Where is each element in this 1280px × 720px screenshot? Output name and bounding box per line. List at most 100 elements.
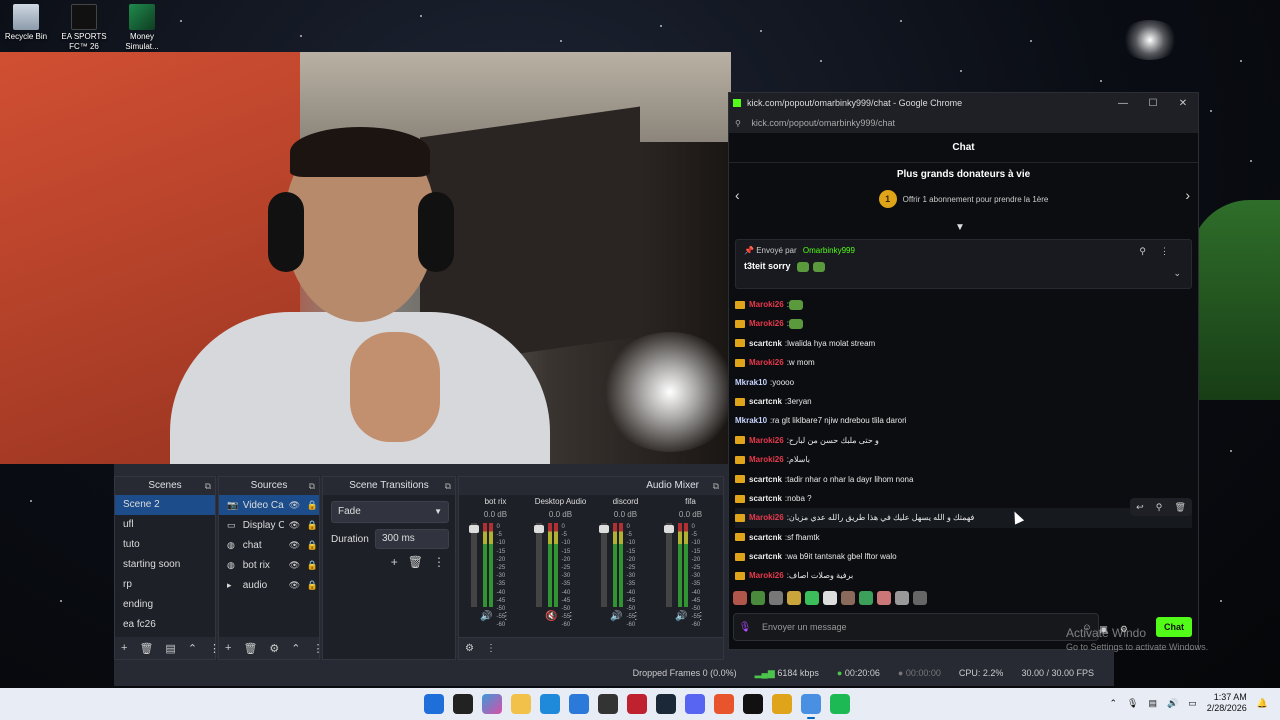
chat-message[interactable]: scartcnk: tadir nhar o nhar la dayr liho…	[735, 470, 1192, 489]
reply-icon[interactable]: ↩	[1136, 502, 1144, 513]
emote-icon[interactable]	[787, 591, 801, 605]
lock-icon[interactable]: 🔒	[305, 540, 319, 551]
chat-username[interactable]: Maroki26	[749, 431, 784, 450]
minimize-icon[interactable]: —	[1108, 98, 1138, 109]
source-item[interactable]: ◍ chat 👁 🔒	[219, 535, 319, 555]
transition-select[interactable]: Fade ▼	[331, 501, 449, 523]
address-bar[interactable]: ⚲ kick.com/popout/omarbinky999/chat	[729, 113, 1198, 133]
move-up-icon[interactable]: ⌃	[188, 642, 197, 655]
scene-item[interactable]: Scene 2	[115, 495, 215, 515]
emote-icon[interactable]	[733, 591, 747, 605]
move-up-icon[interactable]: ⌃	[291, 642, 300, 655]
maximize-icon[interactable]: ☐	[1138, 98, 1168, 109]
site-info-icon[interactable]: ⚲	[735, 119, 741, 128]
obs-icon[interactable]	[598, 694, 618, 714]
chat-message[interactable]: Maroki26:	[735, 295, 1192, 314]
emote-icon[interactable]	[877, 591, 891, 605]
discord-icon[interactable]	[685, 694, 705, 714]
lock-icon[interactable]: 🔒	[305, 520, 319, 531]
microphone-icon[interactable]: 🎙	[1127, 698, 1138, 709]
chat-username[interactable]: Maroki26	[749, 314, 784, 333]
chat-username[interactable]: scartcnk	[749, 470, 782, 489]
steam-icon[interactable]	[656, 694, 676, 714]
more-icon[interactable]: ⋮	[486, 643, 496, 654]
source-item[interactable]: ◍ bot rix 👁 🔒	[219, 555, 319, 575]
chevron-right-icon[interactable]: ›	[1185, 187, 1190, 203]
lock-icon[interactable]: 🔒	[305, 580, 319, 591]
add-scene-button[interactable]: +	[121, 642, 127, 654]
app-icon[interactable]	[743, 694, 763, 714]
volume-fader[interactable]	[468, 523, 479, 607]
start-icon[interactable]	[424, 694, 444, 714]
chat-username[interactable]: Mkrak10	[735, 373, 767, 392]
store-icon[interactable]	[569, 694, 589, 714]
volume-icon[interactable]: 🔊	[1167, 698, 1178, 709]
clock[interactable]: 1:37 AM 2/28/2026	[1207, 692, 1247, 714]
chat-input[interactable]: 🎙 Envoyer un message ☺	[733, 613, 1099, 641]
remove-transition-button[interactable]: 🗑	[408, 555, 423, 569]
chat-message[interactable]: scartcnk: lwalida hya molat stream	[735, 334, 1192, 353]
scene-item[interactable]: rp	[115, 575, 215, 595]
lock-icon[interactable]: 🔒	[305, 500, 319, 511]
emote-icon[interactable]	[913, 591, 927, 605]
chat-message[interactable]: Maroki26:	[735, 314, 1192, 333]
scene-item[interactable]: ending	[115, 595, 215, 615]
chat-username[interactable]: Maroki26	[749, 295, 784, 314]
chat-username[interactable]: Maroki26	[749, 450, 784, 469]
app-icon[interactable]	[627, 694, 647, 714]
lock-icon[interactable]: 🔒	[305, 560, 319, 571]
notifications-icon[interactable]: 🔔	[1257, 698, 1268, 709]
scene-item[interactable]: tuto	[115, 535, 215, 555]
chat-message[interactable]: scartcnk: wa b9it tantsnak gbel lftor wa…	[735, 547, 1192, 566]
more-icon[interactable]: ⋮	[433, 555, 445, 569]
close-icon[interactable]: ✕	[1168, 98, 1198, 109]
pinned-user[interactable]: Omarbinky999	[803, 246, 855, 255]
popout-icon[interactable]: ⧉	[713, 477, 719, 495]
chat-message[interactable]: Maroki26: و حتى ملبك حسن من لبارح	[735, 431, 1192, 450]
emote-icon[interactable]	[769, 591, 783, 605]
muted-speaker-icon[interactable]: 🔇	[545, 611, 557, 622]
emote-icon[interactable]	[859, 591, 873, 605]
emote-icon[interactable]	[841, 591, 855, 605]
popout-icon[interactable]: ⧉	[445, 477, 451, 495]
source-settings-icon[interactable]: ⚙	[269, 642, 279, 655]
scene-item[interactable]: ufl	[115, 515, 215, 535]
scene-item[interactable]: ea fc26	[115, 615, 215, 635]
chat-username[interactable]: scartcnk	[749, 334, 782, 353]
desktop-icon-ea-fc[interactable]: EA SPORTS FC™ 26	[58, 2, 110, 52]
chat-username[interactable]: scartcnk	[749, 392, 782, 411]
app-icon[interactable]	[772, 694, 792, 714]
chevron-up-icon[interactable]: ⌃	[1110, 698, 1118, 709]
chat-username[interactable]: Maroki26	[749, 508, 784, 527]
chat-username[interactable]: scartcnk	[749, 528, 782, 547]
source-item[interactable]: 📷Video Cap 👁🔒	[219, 495, 319, 515]
add-source-button[interactable]: +	[225, 642, 231, 654]
chat-message[interactable]: Maroki26: برفية وصلات اصاف	[735, 566, 1192, 585]
add-transition-button[interactable]: +	[391, 555, 398, 569]
microphone-icon[interactable]: 🎙	[734, 622, 756, 633]
filter-icon[interactable]: ▼	[955, 222, 965, 233]
remove-scene-button[interactable]: 🗑	[139, 642, 153, 655]
duration-input[interactable]: 300 ms	[375, 529, 449, 549]
speaker-icon[interactable]: 🔊	[610, 611, 622, 622]
edge-icon[interactable]	[540, 694, 560, 714]
battery-icon[interactable]: ▭	[1188, 698, 1197, 709]
chat-username[interactable]: Maroki26	[749, 566, 784, 585]
emote-icon[interactable]	[751, 591, 765, 605]
advanced-audio-icon[interactable]: ⚙	[465, 643, 474, 654]
unpin-icon[interactable]: ⚲	[1139, 246, 1160, 256]
pin-icon[interactable]: ⚲	[1156, 502, 1163, 513]
chat-message[interactable]: Maroki26: w mom	[735, 353, 1192, 372]
speaker-icon[interactable]: 🔊	[675, 611, 687, 622]
desktop-icon-money-simulator[interactable]: Money Simulat...	[116, 2, 168, 52]
chat-message[interactable]: Maroki26: فهمتك و الله يسهل عليك في هذا …	[735, 508, 1192, 528]
chat-message[interactable]: scartcnk: 3eryan	[735, 392, 1192, 411]
chat-username[interactable]: scartcnk	[749, 547, 782, 566]
popout-icon[interactable]: ⧉	[309, 477, 315, 495]
network-icon[interactable]: ▤	[1148, 698, 1157, 709]
spotify-icon[interactable]	[830, 694, 850, 714]
chevron-down-icon[interactable]: ⌄	[1173, 268, 1181, 279]
scene-filter-icon[interactable]: ▤	[165, 642, 175, 655]
visibility-eye-icon[interactable]: 👁	[288, 520, 302, 531]
chevron-left-icon[interactable]: ‹	[735, 187, 740, 203]
